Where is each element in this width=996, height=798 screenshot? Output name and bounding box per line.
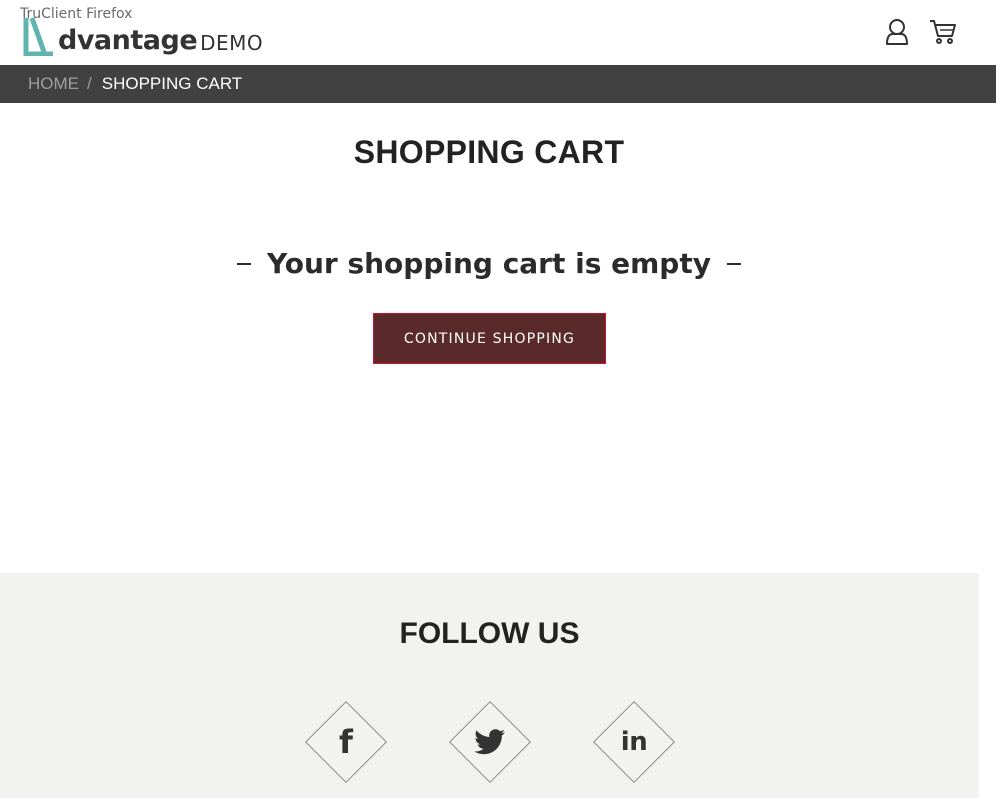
linkedin-link[interactable]: in bbox=[592, 700, 676, 784]
logo-wordmark: dvantage bbox=[58, 25, 198, 56]
follow-us-title: FOLLOW US bbox=[399, 617, 580, 650]
empty-cart-message: Your shopping cart is empty bbox=[0, 247, 978, 280]
breadcrumb-current: SHOPPING CART bbox=[101, 74, 243, 93]
breadcrumb-home-link[interactable]: HOME bbox=[28, 74, 79, 94]
breadcrumb: HOME / SHOPPING CART bbox=[0, 65, 996, 103]
dash-decoration-left bbox=[237, 263, 252, 265]
twitter-link[interactable] bbox=[448, 700, 532, 784]
footer: FOLLOW US f in bbox=[0, 573, 979, 798]
empty-cart-text: Your shopping cart is empty bbox=[267, 247, 711, 280]
facebook-icon: f bbox=[339, 723, 353, 761]
logo[interactable]: dvantage DEMO bbox=[22, 16, 263, 56]
cart-icon[interactable] bbox=[929, 18, 957, 51]
logo-suffix: DEMO bbox=[200, 31, 264, 55]
linkedin-icon: in bbox=[620, 727, 648, 757]
facebook-link[interactable]: f bbox=[304, 700, 388, 784]
breadcrumb-separator: / bbox=[87, 74, 92, 93]
user-icon[interactable] bbox=[884, 18, 910, 51]
twitter-icon bbox=[449, 701, 531, 783]
page-title: SHOPPING CART bbox=[353, 134, 625, 170]
site-header: dvantage DEMO bbox=[0, 0, 996, 65]
dash-decoration-right bbox=[726, 263, 741, 265]
overlay-label: TruClient Firefox bbox=[20, 6, 133, 22]
logo-mark-icon bbox=[23, 17, 53, 56]
continue-shopping-button[interactable]: CONTINUE SHOPPING bbox=[373, 313, 606, 364]
